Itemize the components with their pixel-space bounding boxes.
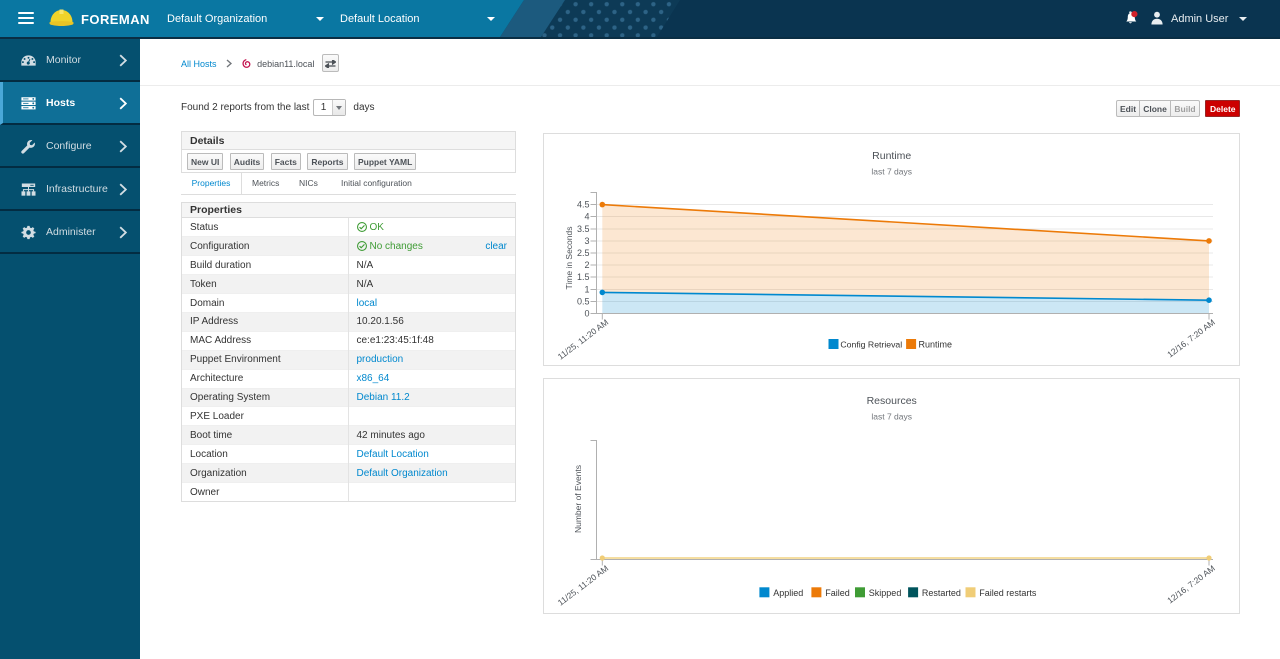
svg-text:3: 3 xyxy=(584,236,589,246)
svg-text:11/25, 11:20 AM: 11/25, 11:20 AM xyxy=(556,317,610,361)
svg-text:Time in Seconds: Time in Seconds xyxy=(564,227,574,290)
svg-text:1: 1 xyxy=(584,285,589,295)
svg-text:4: 4 xyxy=(584,212,589,222)
svg-text:Failed: Failed xyxy=(825,588,850,598)
svg-text:0: 0 xyxy=(584,309,589,319)
svg-text:Restarted: Restarted xyxy=(922,588,961,598)
svg-text:4.5: 4.5 xyxy=(577,200,590,210)
svg-text:Runtime: Runtime xyxy=(872,150,911,162)
svg-text:Config Retrieval: Config Retrieval xyxy=(840,340,902,350)
svg-text:0.5: 0.5 xyxy=(577,297,590,307)
svg-text:Failed restarts: Failed restarts xyxy=(979,588,1037,598)
svg-text:last 7 days: last 7 days xyxy=(871,167,912,177)
svg-text:Resources: Resources xyxy=(867,395,917,407)
svg-text:1.5: 1.5 xyxy=(577,272,590,282)
svg-text:11/25, 11:20 AM: 11/25, 11:20 AM xyxy=(556,563,610,607)
svg-text:2: 2 xyxy=(584,260,589,270)
svg-text:Applied: Applied xyxy=(773,588,803,598)
svg-text:2.5: 2.5 xyxy=(577,248,590,258)
svg-text:3.5: 3.5 xyxy=(577,224,590,234)
svg-text:Skipped: Skipped xyxy=(869,588,902,598)
svg-text:Number of Events: Number of Events xyxy=(573,465,583,533)
svg-text:Runtime: Runtime xyxy=(919,340,953,350)
svg-text:12/16, 7:20 AM: 12/16, 7:20 AM xyxy=(1165,317,1217,359)
svg-text:last 7 days: last 7 days xyxy=(871,412,912,422)
svg-text:12/16, 7:20 AM: 12/16, 7:20 AM xyxy=(1165,563,1217,605)
